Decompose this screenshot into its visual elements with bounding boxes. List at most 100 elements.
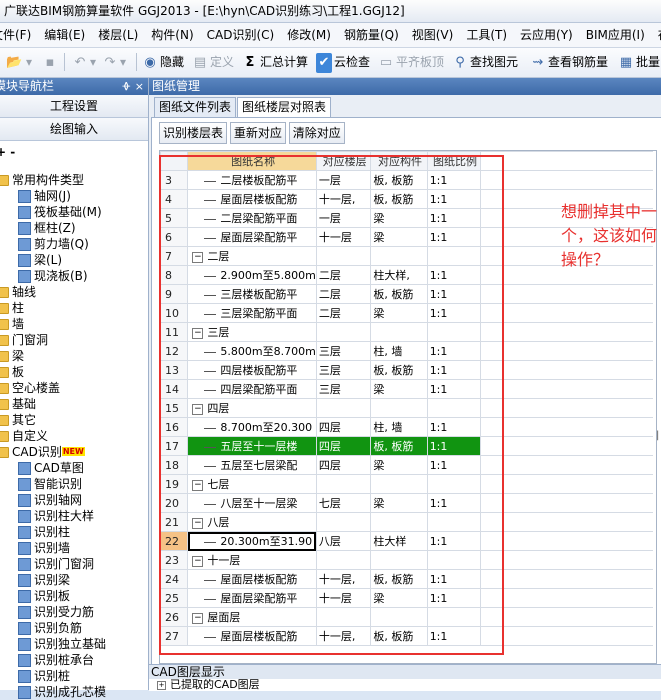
component-cell[interactable]: 柱, 墙 [370, 341, 428, 361]
row-number[interactable]: 20 [160, 493, 189, 513]
tree-item-30[interactable]: 识别桩承台 [0, 652, 148, 668]
menu-item[interactable]: BIM应用(I) [583, 23, 648, 47]
floor-cell[interactable] [315, 322, 372, 342]
component-cell[interactable] [370, 550, 428, 570]
drawing-name-cell[interactable]: 二层楼板配筋平 [187, 170, 317, 190]
tree-folder-8[interactable]: 柱 [0, 300, 148, 316]
floor-cell[interactable]: 三层 [315, 341, 372, 361]
component-cell[interactable]: 梁 [370, 455, 428, 475]
tree-folder-13[interactable]: 空心楼盖 [0, 380, 148, 396]
component-cell[interactable]: 板, 板筋 [370, 360, 428, 380]
header-scale[interactable]: 图纸比例 [426, 151, 482, 171]
table-row[interactable]: 11− 三层 [160, 322, 656, 342]
find-element-button[interactable]: ⚲ 查找图元 [452, 52, 518, 72]
table-row[interactable]: 19− 七层 [160, 474, 656, 494]
tree-item-27[interactable]: 识别受力筋 [0, 604, 148, 620]
menu-item[interactable]: 楼层(L) [95, 23, 141, 47]
tree-item-24[interactable]: 识别门窗洞 [0, 556, 148, 572]
scale-cell[interactable]: 1:1 [426, 417, 482, 437]
collapse-icon[interactable]: − [192, 327, 204, 339]
drawing-name-cell[interactable]: 八层至十一层梁 [187, 493, 317, 513]
row-number[interactable]: 24 [160, 569, 189, 589]
table-row[interactable]: 12 5.800m至8.700m 三层 柱, 墙 1:1 [160, 341, 656, 361]
table-row[interactable]: 15− 四层 [160, 398, 656, 418]
flush-slab-button[interactable]: ▭ 平齐板顶 [378, 52, 444, 72]
component-cell[interactable]: 梁 [370, 227, 428, 247]
scale-cell[interactable]: 1:1 [426, 189, 482, 209]
tree-item-32[interactable]: 识别成孔芯模 [0, 684, 148, 700]
menu-item[interactable]: 在线服务(S) [655, 23, 661, 47]
row-number[interactable]: 22 [160, 531, 189, 551]
scale-cell[interactable]: 1:1 [426, 170, 482, 190]
tree-item-26[interactable]: 识别板 [0, 588, 148, 604]
tree-item-25[interactable]: 识别梁 [0, 572, 148, 588]
row-number[interactable]: 12 [160, 341, 189, 361]
drawing-name-cell[interactable]: 四层梁配筋平面 [187, 379, 317, 399]
tree-expand-collapse[interactable]: + - [0, 141, 148, 163]
row-number[interactable]: 6 [160, 227, 189, 247]
table-row[interactable]: 16 8.700m至20.300 四层 柱, 墙 1:1 [160, 417, 656, 437]
open-button[interactable]: 📂 [6, 52, 24, 72]
drawing-name-cell[interactable]: 四层楼板配筋平 [187, 360, 317, 380]
tree-folder-7[interactable]: 轴线 [0, 284, 148, 300]
row-number[interactable]: 10 [160, 303, 189, 323]
component-cell[interactable]: 板, 板筋 [370, 284, 428, 304]
row-number[interactable]: 3 [160, 170, 189, 190]
identify-floor-table-button[interactable]: 识别楼层表 [159, 122, 228, 144]
scale-cell[interactable]: 1:1 [426, 626, 482, 646]
floor-cell[interactable]: 四层 [315, 436, 372, 456]
scale-cell[interactable]: 1:1 [426, 284, 482, 304]
menu-item[interactable]: 钢筋量(Q) [341, 23, 402, 47]
tree-folder-9[interactable]: 墙 [0, 316, 148, 332]
scale-cell[interactable]: 1:1 [426, 531, 482, 551]
scale-cell[interactable] [426, 246, 482, 266]
drawing-name-cell[interactable]: − 十一层 [187, 550, 317, 570]
tree-item-18[interactable]: CAD草图 [0, 460, 148, 476]
project-settings-button[interactable]: 工程设置 [0, 95, 148, 118]
row-number[interactable]: 15 [160, 398, 189, 418]
component-cell[interactable] [370, 398, 428, 418]
scale-cell[interactable]: 1:1 [426, 227, 482, 247]
tree-folder-14[interactable]: 基础 [0, 396, 148, 412]
component-cell[interactable]: 梁 [370, 588, 428, 608]
scale-cell[interactable]: 1:1 [426, 455, 482, 475]
component-cell[interactable]: 梁 [370, 493, 428, 513]
scale-cell[interactable]: 1:1 [426, 265, 482, 285]
component-cell[interactable] [370, 246, 428, 266]
component-cell[interactable]: 梁 [370, 303, 428, 323]
row-number[interactable]: 9 [160, 284, 189, 304]
floor-cell[interactable]: 二层 [315, 284, 372, 304]
scale-cell[interactable] [426, 550, 482, 570]
drawing-name-cell[interactable]: − 二层 [187, 246, 317, 266]
scale-cell[interactable]: 1:1 [426, 341, 482, 361]
collapse-icon[interactable]: − [192, 517, 204, 529]
menu-item[interactable]: 编辑(E) [41, 23, 88, 47]
component-cell[interactable]: 板, 板筋 [370, 626, 428, 646]
row-number[interactable]: 7 [160, 246, 189, 266]
scale-cell[interactable]: 1:1 [426, 588, 482, 608]
cloud-check-button[interactable]: ✔ 云检查 [316, 52, 370, 73]
tree-item-23[interactable]: 识别墙 [0, 540, 148, 556]
collapse-icon[interactable]: − [192, 403, 204, 415]
collapse-icon[interactable]: − [192, 612, 204, 624]
sum-calc-button[interactable]: Σ 汇总计算 [242, 52, 308, 72]
hide-button[interactable]: ◉ 隐藏 [142, 52, 184, 72]
scale-cell[interactable]: 1:1 [426, 208, 482, 228]
view-rebar-button[interactable]: ⇝ 查看钢筋量 [530, 52, 608, 72]
tree-item-28[interactable]: 识别负筋 [0, 620, 148, 636]
floor-cell[interactable]: 十一层 [315, 227, 372, 247]
scale-cell[interactable]: 1:1 [426, 360, 482, 380]
component-cell[interactable]: 板, 板筋 [370, 569, 428, 589]
drawing-name-cell[interactable]: − 八层 [187, 512, 317, 532]
drawing-name-cell[interactable]: 20.300m至31.90 [187, 531, 317, 551]
floor-cell[interactable]: 二层 [315, 303, 372, 323]
table-row[interactable]: 14 四层梁配筋平面 三层梁 1:1 [160, 379, 656, 399]
table-row[interactable]: 18 五层至七层梁配 四层梁 1:1 [160, 455, 656, 475]
row-number[interactable]: 8 [160, 265, 189, 285]
scale-cell[interactable] [426, 607, 482, 627]
tree-item-20[interactable]: 识别轴网 [0, 492, 148, 508]
floor-cell[interactable] [315, 474, 372, 494]
header-component[interactable]: 对应构件 [370, 151, 428, 171]
drawing-name-cell[interactable]: 8.700m至20.300 [187, 417, 317, 437]
tree-item-3[interactable]: 框柱(Z) [0, 220, 148, 236]
